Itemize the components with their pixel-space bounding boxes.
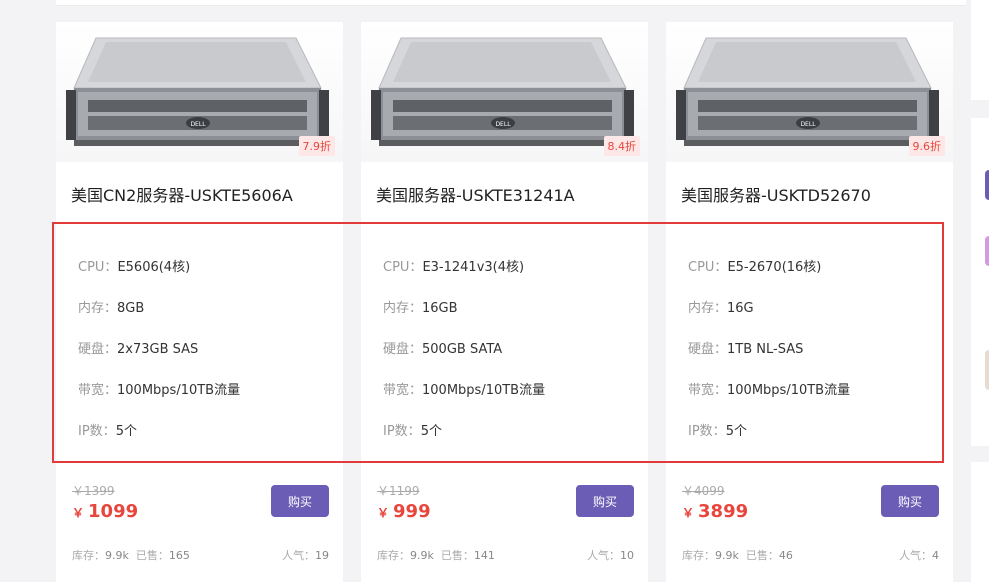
product-stats: 库存：9.9k 已售：165 人气：19 <box>72 547 329 563</box>
original-price: ￥1399 <box>72 484 115 498</box>
original-price: ￥4099 <box>682 484 725 498</box>
side-panel-top <box>971 0 989 100</box>
currency-symbol: ￥ <box>72 506 85 520</box>
popularity: 人气：10 <box>587 547 634 563</box>
stock-value: 9.9k <box>715 549 739 562</box>
stock-label: 库存： <box>72 549 105 562</box>
buy-button[interactable]: 购买 <box>576 485 634 517</box>
server-icon: DELL <box>676 37 939 146</box>
product-name[interactable]: 美国服务器-USKTD52670 <box>681 182 871 206</box>
product-image[interactable]: DELL 9.6折 <box>666 22 953 162</box>
popularity: 人气：19 <box>282 547 329 563</box>
current-price: ￥ 3899 <box>682 501 748 522</box>
price-value: 999 <box>393 501 431 522</box>
svg-text:DELL: DELL <box>800 121 816 128</box>
stock-label: 库存： <box>377 549 410 562</box>
popularity-label: 人气： <box>587 549 620 562</box>
price-value: 1099 <box>88 501 139 522</box>
popularity-label: 人气： <box>282 549 315 562</box>
stock-value: 9.9k <box>105 549 129 562</box>
sold-label: 已售： <box>440 549 474 562</box>
top-section-strip <box>56 0 966 6</box>
side-panel-middle <box>971 118 989 446</box>
currency-symbol: ￥ <box>682 506 695 520</box>
discount-badge: 9.6折 <box>908 136 945 156</box>
side-thumb-purple[interactable] <box>985 170 989 200</box>
server-icon: DELL <box>66 37 329 146</box>
stock-label: 库存： <box>682 549 715 562</box>
buy-button[interactable]: 购买 <box>271 485 329 517</box>
svg-text:DELL: DELL <box>495 121 511 128</box>
current-price: ￥ 999 <box>377 501 431 522</box>
sold-label: 已售： <box>745 549 779 562</box>
original-price: ￥1199 <box>377 484 420 498</box>
currency-symbol: ￥ <box>377 506 390 520</box>
popularity-value: 19 <box>315 549 329 562</box>
side-thumb-beige[interactable] <box>985 350 989 390</box>
side-thumb-pink[interactable] <box>985 236 989 266</box>
buy-button[interactable]: 购买 <box>881 485 939 517</box>
popularity-value: 4 <box>932 549 939 562</box>
sold-value: 46 <box>778 549 793 562</box>
sold-label: 已售： <box>135 549 169 562</box>
popularity-value: 10 <box>620 549 634 562</box>
popularity-label: 人气： <box>899 549 932 562</box>
discount-badge: 8.4折 <box>603 136 640 156</box>
product-image[interactable]: DELL 8.4折 <box>361 22 648 162</box>
stock-sold: 库存：9.9k 已售：141 <box>377 547 495 563</box>
product-name[interactable]: 美国服务器-USKTE31241A <box>376 182 575 206</box>
product-stats: 库存：9.9k 已售：141 人气：10 <box>377 547 634 563</box>
product-name[interactable]: 美国CN2服务器-USKTE5606A <box>71 182 293 206</box>
price-value: 3899 <box>698 501 749 522</box>
stock-sold: 库存：9.9k 已售：46 <box>682 547 793 563</box>
side-panel-bottom <box>971 462 989 582</box>
discount-badge: 7.9折 <box>298 136 335 156</box>
spec-highlight-box <box>52 222 944 463</box>
popularity: 人气：4 <box>899 547 939 563</box>
sold-value: 141 <box>473 549 495 562</box>
current-price: ￥ 1099 <box>72 501 138 522</box>
product-stats: 库存：9.9k 已售：46 人气：4 <box>682 547 939 563</box>
product-image[interactable]: DELL 7.9折 <box>56 22 343 162</box>
server-icon: DELL <box>371 37 634 146</box>
svg-text:DELL: DELL <box>190 121 206 128</box>
stock-value: 9.9k <box>410 549 434 562</box>
stock-sold: 库存：9.9k 已售：165 <box>72 547 190 563</box>
sold-value: 165 <box>168 549 190 562</box>
